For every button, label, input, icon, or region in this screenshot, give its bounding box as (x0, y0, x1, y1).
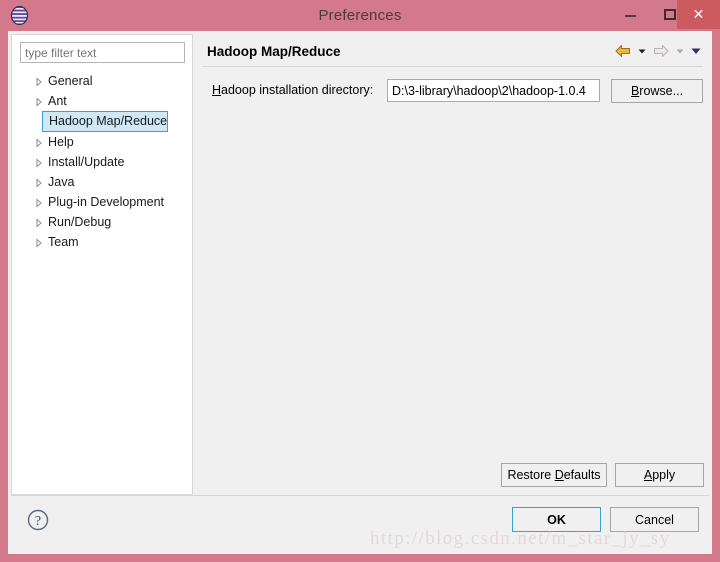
ok-button[interactable]: OK (512, 507, 601, 532)
filter-input[interactable] (20, 42, 185, 63)
page-navigation-toolbar (614, 42, 702, 60)
sidebar-item-general[interactable]: General (12, 71, 192, 91)
maximize-icon (664, 9, 676, 20)
close-button[interactable]: ✕ (677, 0, 720, 29)
label-rest: adoop installation directory: (221, 83, 374, 97)
sidebar-item-java[interactable]: Java (12, 172, 192, 192)
hadoop-install-dir-row: Hadoop installation directory: Browse... (207, 79, 703, 105)
hadoop-install-dir-label: Hadoop installation directory: (212, 83, 373, 97)
preferences-tree: General Ant Hadoop Map/Reduce Help Insta… (12, 71, 192, 252)
sidebar-item-label: Install/Update (48, 155, 125, 169)
preferences-dialog-window: Preferences ✕ General (0, 0, 720, 562)
sidebar-item-label: General (48, 74, 93, 88)
restore-pre: Restore (507, 468, 555, 482)
sidebar-item-label: Help (48, 135, 74, 149)
restore-defaults-button[interactable]: Restore Defaults (501, 463, 607, 487)
sidebar-item-plug-in-development[interactable]: Plug-in Development (12, 192, 192, 212)
browse-rest: rowse... (639, 84, 684, 98)
sidebar-item-label: Plug-in Development (48, 195, 165, 209)
sidebar-item-install-update[interactable]: Install/Update (12, 152, 192, 172)
minimize-icon (625, 15, 636, 17)
forward-history-chevron-down-icon (674, 43, 686, 59)
svg-text:?: ? (35, 514, 41, 529)
restore-mnemonic: D (554, 468, 564, 482)
sidebar-item-team[interactable]: Team (12, 232, 192, 252)
sidebar-item-label: Run/Debug (48, 215, 112, 229)
dialog-client-area: General Ant Hadoop Map/Reduce (8, 31, 712, 554)
back-arrow-icon[interactable] (614, 43, 632, 59)
label-mnemonic: H (212, 83, 222, 97)
restore-rest: efaults (563, 468, 601, 482)
sidebar-item-ant[interactable]: Ant (12, 91, 192, 111)
view-menu-chevron-down-icon[interactable] (690, 43, 702, 59)
chevron-right-icon[interactable] (34, 178, 42, 188)
help-question-icon[interactable]: ? (26, 508, 50, 532)
apply-button[interactable]: Apply (615, 463, 704, 487)
forward-arrow-icon (652, 43, 670, 59)
chevron-right-icon[interactable] (34, 138, 42, 148)
chevron-right-icon[interactable] (34, 198, 42, 208)
hadoop-install-dir-input[interactable] (387, 79, 600, 102)
back-history-chevron-down-icon[interactable] (636, 43, 648, 59)
sidebar-item-help[interactable]: Help (12, 132, 192, 152)
footer-separator (11, 495, 709, 496)
chevron-right-icon[interactable] (34, 238, 42, 248)
page-title: Hadoop Map/Reduce (207, 44, 341, 59)
cancel-button[interactable]: Cancel (610, 507, 699, 532)
preference-page-panel: Hadoop Map/Reduce Hadoop installation di… (197, 34, 709, 495)
browse-button[interactable]: Browse... (611, 79, 703, 103)
apply-mnemonic: A (643, 468, 653, 482)
sidebar-item-label: Ant (48, 94, 67, 108)
apply-rest: pply (652, 468, 676, 482)
sidebar-item-run-debug[interactable]: Run/Debug (12, 212, 192, 232)
sidebar-item-label: Java (48, 175, 75, 189)
close-icon: ✕ (692, 6, 705, 22)
sidebar-item-label: Team (48, 235, 79, 249)
chevron-right-icon[interactable] (34, 158, 42, 168)
minimize-button[interactable] (610, 0, 650, 29)
preferences-tree-panel: General Ant Hadoop Map/Reduce (11, 34, 193, 495)
sidebar-item-hadoop-map-reduce[interactable]: Hadoop Map/Reduce (42, 111, 169, 132)
title-bar[interactable]: Preferences ✕ (0, 0, 720, 31)
sidebar-item-label: Hadoop Map/Reduce (49, 114, 168, 128)
chevron-right-icon[interactable] (34, 218, 42, 228)
chevron-right-icon[interactable] (34, 97, 42, 107)
page-title-separator (203, 66, 703, 67)
chevron-right-icon[interactable] (34, 77, 42, 87)
